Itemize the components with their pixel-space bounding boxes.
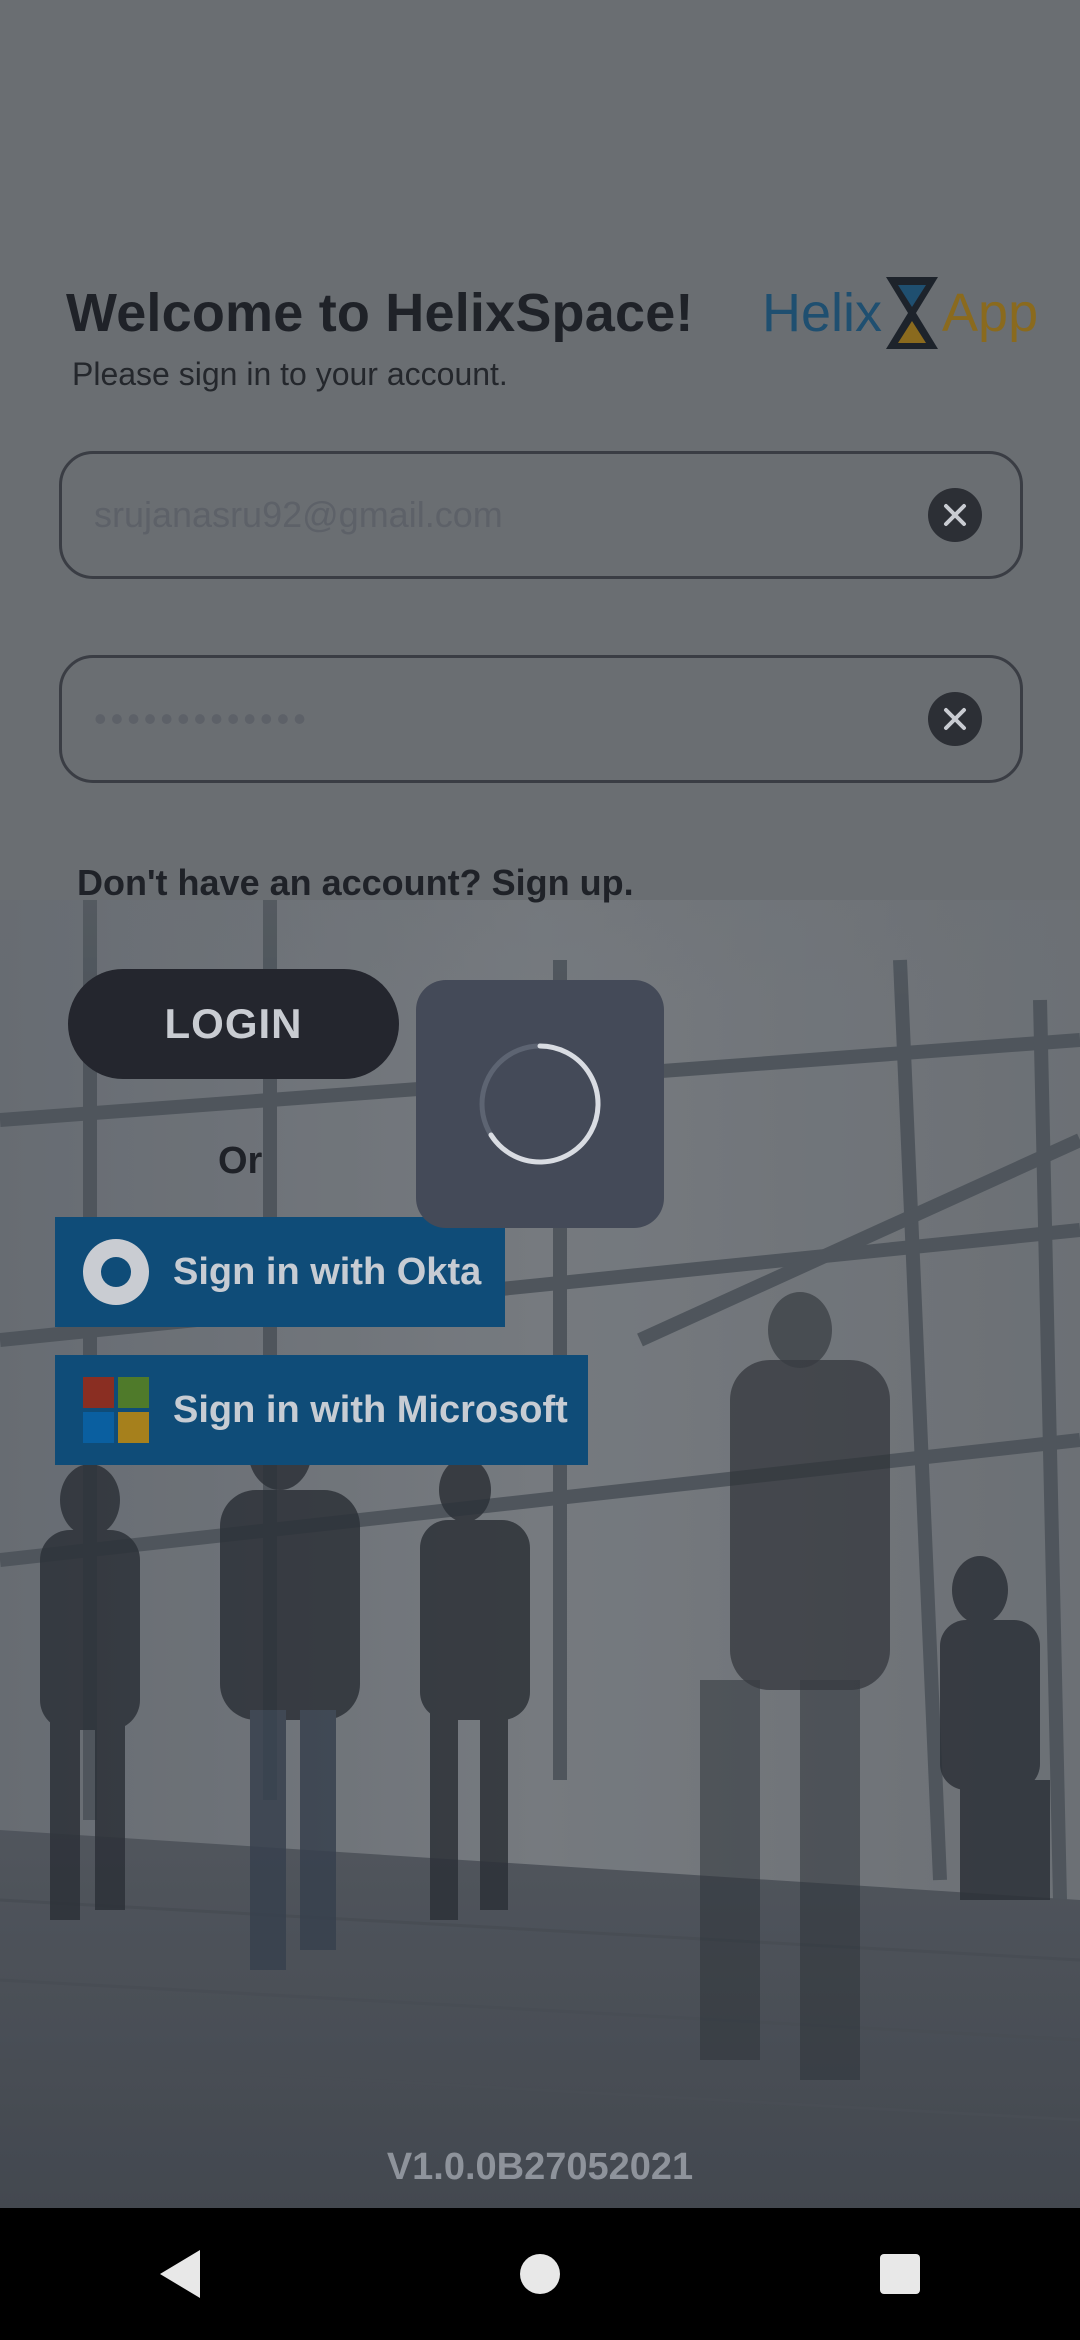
- app-version: V1.0.0B27052021: [386, 2146, 694, 2188]
- logo-app-text: App: [942, 283, 1039, 343]
- microsoft-signin-button[interactable]: Sign in with Microsoft: [55, 1355, 588, 1465]
- email-value[interactable]: srujanasru92@gmail.com: [62, 494, 928, 536]
- okta-signin-button[interactable]: Sign in with Okta: [55, 1217, 505, 1327]
- close-circle-icon[interactable]: [928, 692, 982, 746]
- password-field[interactable]: •••••••••••••: [59, 655, 1023, 783]
- system-navigation-bar: [0, 2208, 1080, 2340]
- logo-helix-text: Helix: [762, 283, 883, 343]
- loading-dialog: [416, 980, 664, 1228]
- signup-link[interactable]: Don't have an account? Sign up.: [77, 862, 634, 904]
- okta-signin-label: Sign in with Okta: [173, 1250, 482, 1293]
- page-title: Welcome to HelixSpace!: [66, 283, 694, 343]
- page-subtitle: Please sign in to your account.: [72, 356, 508, 392]
- microsoft-signin-label: Sign in with Microsoft: [173, 1388, 568, 1431]
- home-circle-icon[interactable]: [520, 2254, 560, 2294]
- recents-square-icon[interactable]: [880, 2254, 920, 2294]
- email-field[interactable]: srujanasru92@gmail.com: [59, 451, 1023, 579]
- password-value[interactable]: •••••••••••••: [62, 698, 928, 740]
- close-circle-icon[interactable]: [928, 488, 982, 542]
- or-separator: Or: [218, 1140, 263, 1182]
- microsoft-logo-icon: [83, 1377, 149, 1443]
- hourglass-icon: [886, 277, 939, 349]
- back-triangle-icon[interactable]: [160, 2250, 200, 2298]
- spinner-icon: [479, 1043, 601, 1165]
- helixapp-logo: Helix App: [762, 272, 1052, 354]
- okta-icon: [83, 1239, 149, 1305]
- login-button[interactable]: LOGIN: [68, 969, 399, 1079]
